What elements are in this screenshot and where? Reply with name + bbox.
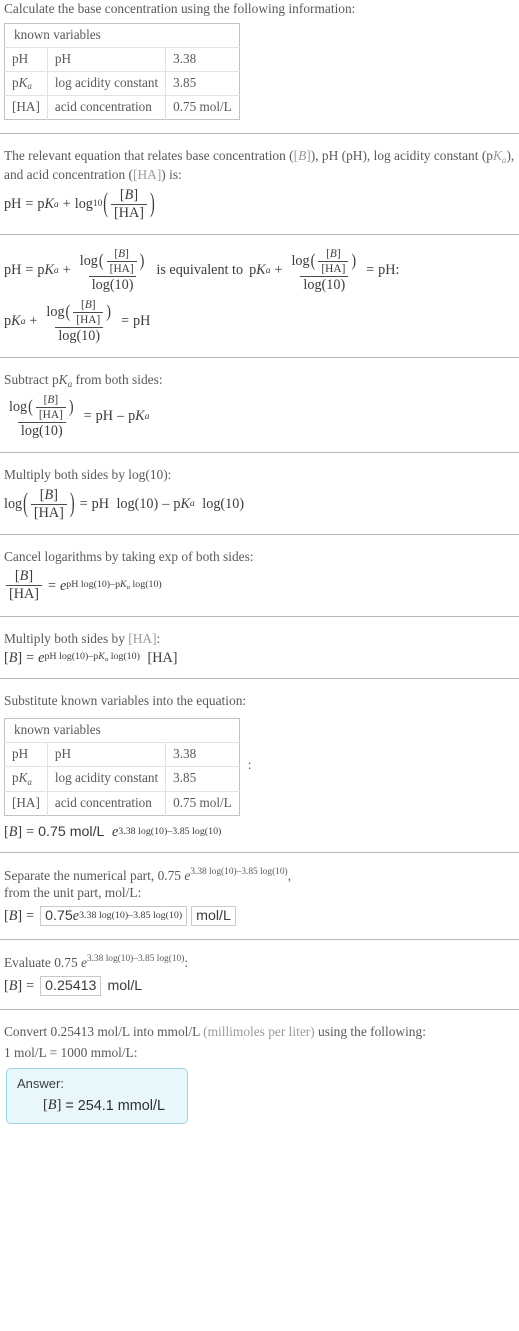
equation-evaluated: [B] = 0.25413 mol/L [4, 975, 515, 997]
row-value: 0.75 mol/L [165, 790, 240, 816]
step-relevant-equation: The relevant equation that relates base … [0, 147, 519, 221]
table-row: pKa log acidity constant 3.85 [4, 766, 240, 792]
table-row: pH pH 3.38 [4, 46, 240, 72]
row-symbol: [HA] [4, 790, 48, 816]
subtract-pka-label: Subtract pKa from both sides: [4, 372, 163, 389]
row-description: log acidity constant [46, 766, 167, 792]
row-value: 3.38 [165, 742, 240, 768]
unit-part-box: mol/L [191, 906, 236, 927]
table-row: pH pH 3.38 [4, 742, 240, 768]
step-separate-units: Separate the numerical part, 0.75 e3.38 … [0, 866, 519, 927]
known-variables-header: known variables [4, 718, 240, 744]
row-symbol: pH [4, 742, 48, 768]
equivalent-connector: is equivalent to [156, 262, 244, 279]
equation-multiply-ha: [B] = e pH log(10)–pKa log(10) [HA] [4, 650, 178, 667]
step-convert-units: Convert 0.25413 mol/L into mmol/L (milli… [0, 1023, 519, 1125]
row-symbol: pKa [4, 70, 48, 97]
evaluated-value-box: 0.25413 [40, 975, 102, 997]
row-value: 3.85 [165, 766, 240, 792]
table-header-row: known variables [4, 718, 240, 744]
step-intro: Calculate the base concentration using t… [0, 0, 519, 121]
multiply-ha-label: Multiply both sides by [HA]: [4, 630, 161, 646]
step-cancel-logs: Cancel logarithms by taking exp of both … [0, 548, 519, 603]
row-description: acid concentration [46, 95, 167, 120]
section-divider [0, 133, 519, 135]
section-divider [0, 615, 519, 617]
section-divider [0, 678, 519, 680]
conversion-factor: 1 mol/L = 1000 mmol/L: [4, 1044, 138, 1060]
section-divider [0, 851, 519, 853]
section-divider [0, 233, 519, 235]
known-variables-header: known variables [4, 23, 240, 48]
equation-multiply-log10: log ( [B] [HA] ) = pH log(10) – pKa log(… [4, 486, 245, 521]
table-row: [HA] acid concentration 0.75 mol/L [4, 790, 240, 816]
row-description: pH [46, 742, 167, 768]
step-by-step-solution: Calculate the base concentration using t… [0, 0, 519, 1130]
table-row: [HA] acid concentration 0.75 mol/L [4, 95, 240, 120]
step-multiply-log10: Multiply both sides by log(10): log ( [B… [0, 466, 519, 521]
section-divider [0, 451, 519, 453]
separate-label: Separate the numerical part, 0.75 e3.38 … [4, 866, 292, 901]
equation-cancel-logs: [B] [HA] = e pH log(10)–pKa log(10) [4, 569, 515, 602]
known-variables-table-1: known variables pH pH 3.38 pKa log acidi… [4, 22, 240, 121]
table-row: pKa log acidity constant 3.85 [4, 70, 240, 97]
known-variables-table-2: known variables pH pH 3.38 pKa log acidi… [4, 718, 240, 816]
row-description: acid concentration [46, 790, 167, 816]
row-value: 3.85 [165, 70, 240, 97]
equation-separated: [B] = 0.75 e 3.38 log(10)–3.85 log(10) mo… [4, 906, 515, 927]
section-divider [0, 1009, 519, 1011]
row-symbol: pKa [4, 766, 48, 792]
relevant-equation-text: The relevant equation that relates base … [4, 148, 515, 183]
step-substitute: Substitute known variables into the equa… [0, 692, 519, 839]
row-description: log acidity constant [46, 70, 167, 97]
step-multiply-ha: Multiply both sides by [HA]: [B] = e pH l… [0, 630, 519, 666]
row-description: pH [46, 46, 167, 72]
step-evaluate: Evaluate 0.75 e3.38 log(10)–3.85 log(10)… [0, 953, 519, 997]
step-equivalent: pH = pKa + log([B] [HA]) log(10) is equiva… [0, 248, 519, 344]
equation-equivalent-row: pH = pKa + log([B] [HA]) log(10) is equiva… [4, 247, 400, 293]
equation-henderson-hasselbalch: pH = pKa + log 10 ( [B] [HA] ) [4, 186, 155, 221]
section-divider [0, 939, 519, 941]
answer-pod: Answer: [B] = 254.1 mmol/L [6, 1068, 188, 1125]
row-symbol: [HA] [4, 95, 48, 120]
equation-equivalent-result: pKa + log([B] [HA]) log(10) = pH [4, 299, 151, 345]
substitute-colon: : [247, 757, 252, 773]
section-divider [0, 533, 519, 535]
row-symbol: pH [4, 46, 48, 72]
multiply-log10-label: Multiply both sides by log(10): [4, 466, 172, 482]
answer-label: Answer: [17, 1076, 64, 1092]
row-value: 3.38 [165, 46, 240, 72]
answer-value: [B] = 254.1 mmol/L [43, 1097, 165, 1114]
row-value: 0.75 mol/L [165, 95, 240, 120]
step-subtract-pka: Subtract pKa from both sides: log([B] [HA… [0, 371, 519, 439]
evaluate-label: Evaluate 0.75 e3.38 log(10)–3.85 log(10)… [4, 954, 189, 971]
numeric-part-box: 0.75 e 3.38 log(10)–3.85 log(10) [40, 906, 188, 927]
section-divider [0, 357, 519, 359]
equation-substituted: [B] = 0.75 mol/L e 3.38 log(10)–3.85 log(… [4, 823, 222, 840]
convert-label: Convert 0.25413 mol/L into mmol/L (milli… [4, 1024, 426, 1040]
substitute-label: Substitute known variables into the equa… [4, 693, 247, 709]
table-header-row: known variables [4, 23, 240, 48]
intro-prompt: Calculate the base concentration using t… [4, 1, 356, 16]
cancel-logs-label: Cancel logarithms by taking exp of both … [4, 548, 254, 564]
equation-subtract-pka: log([B] [HA]) log(10) = pH – pKa [9, 393, 150, 439]
